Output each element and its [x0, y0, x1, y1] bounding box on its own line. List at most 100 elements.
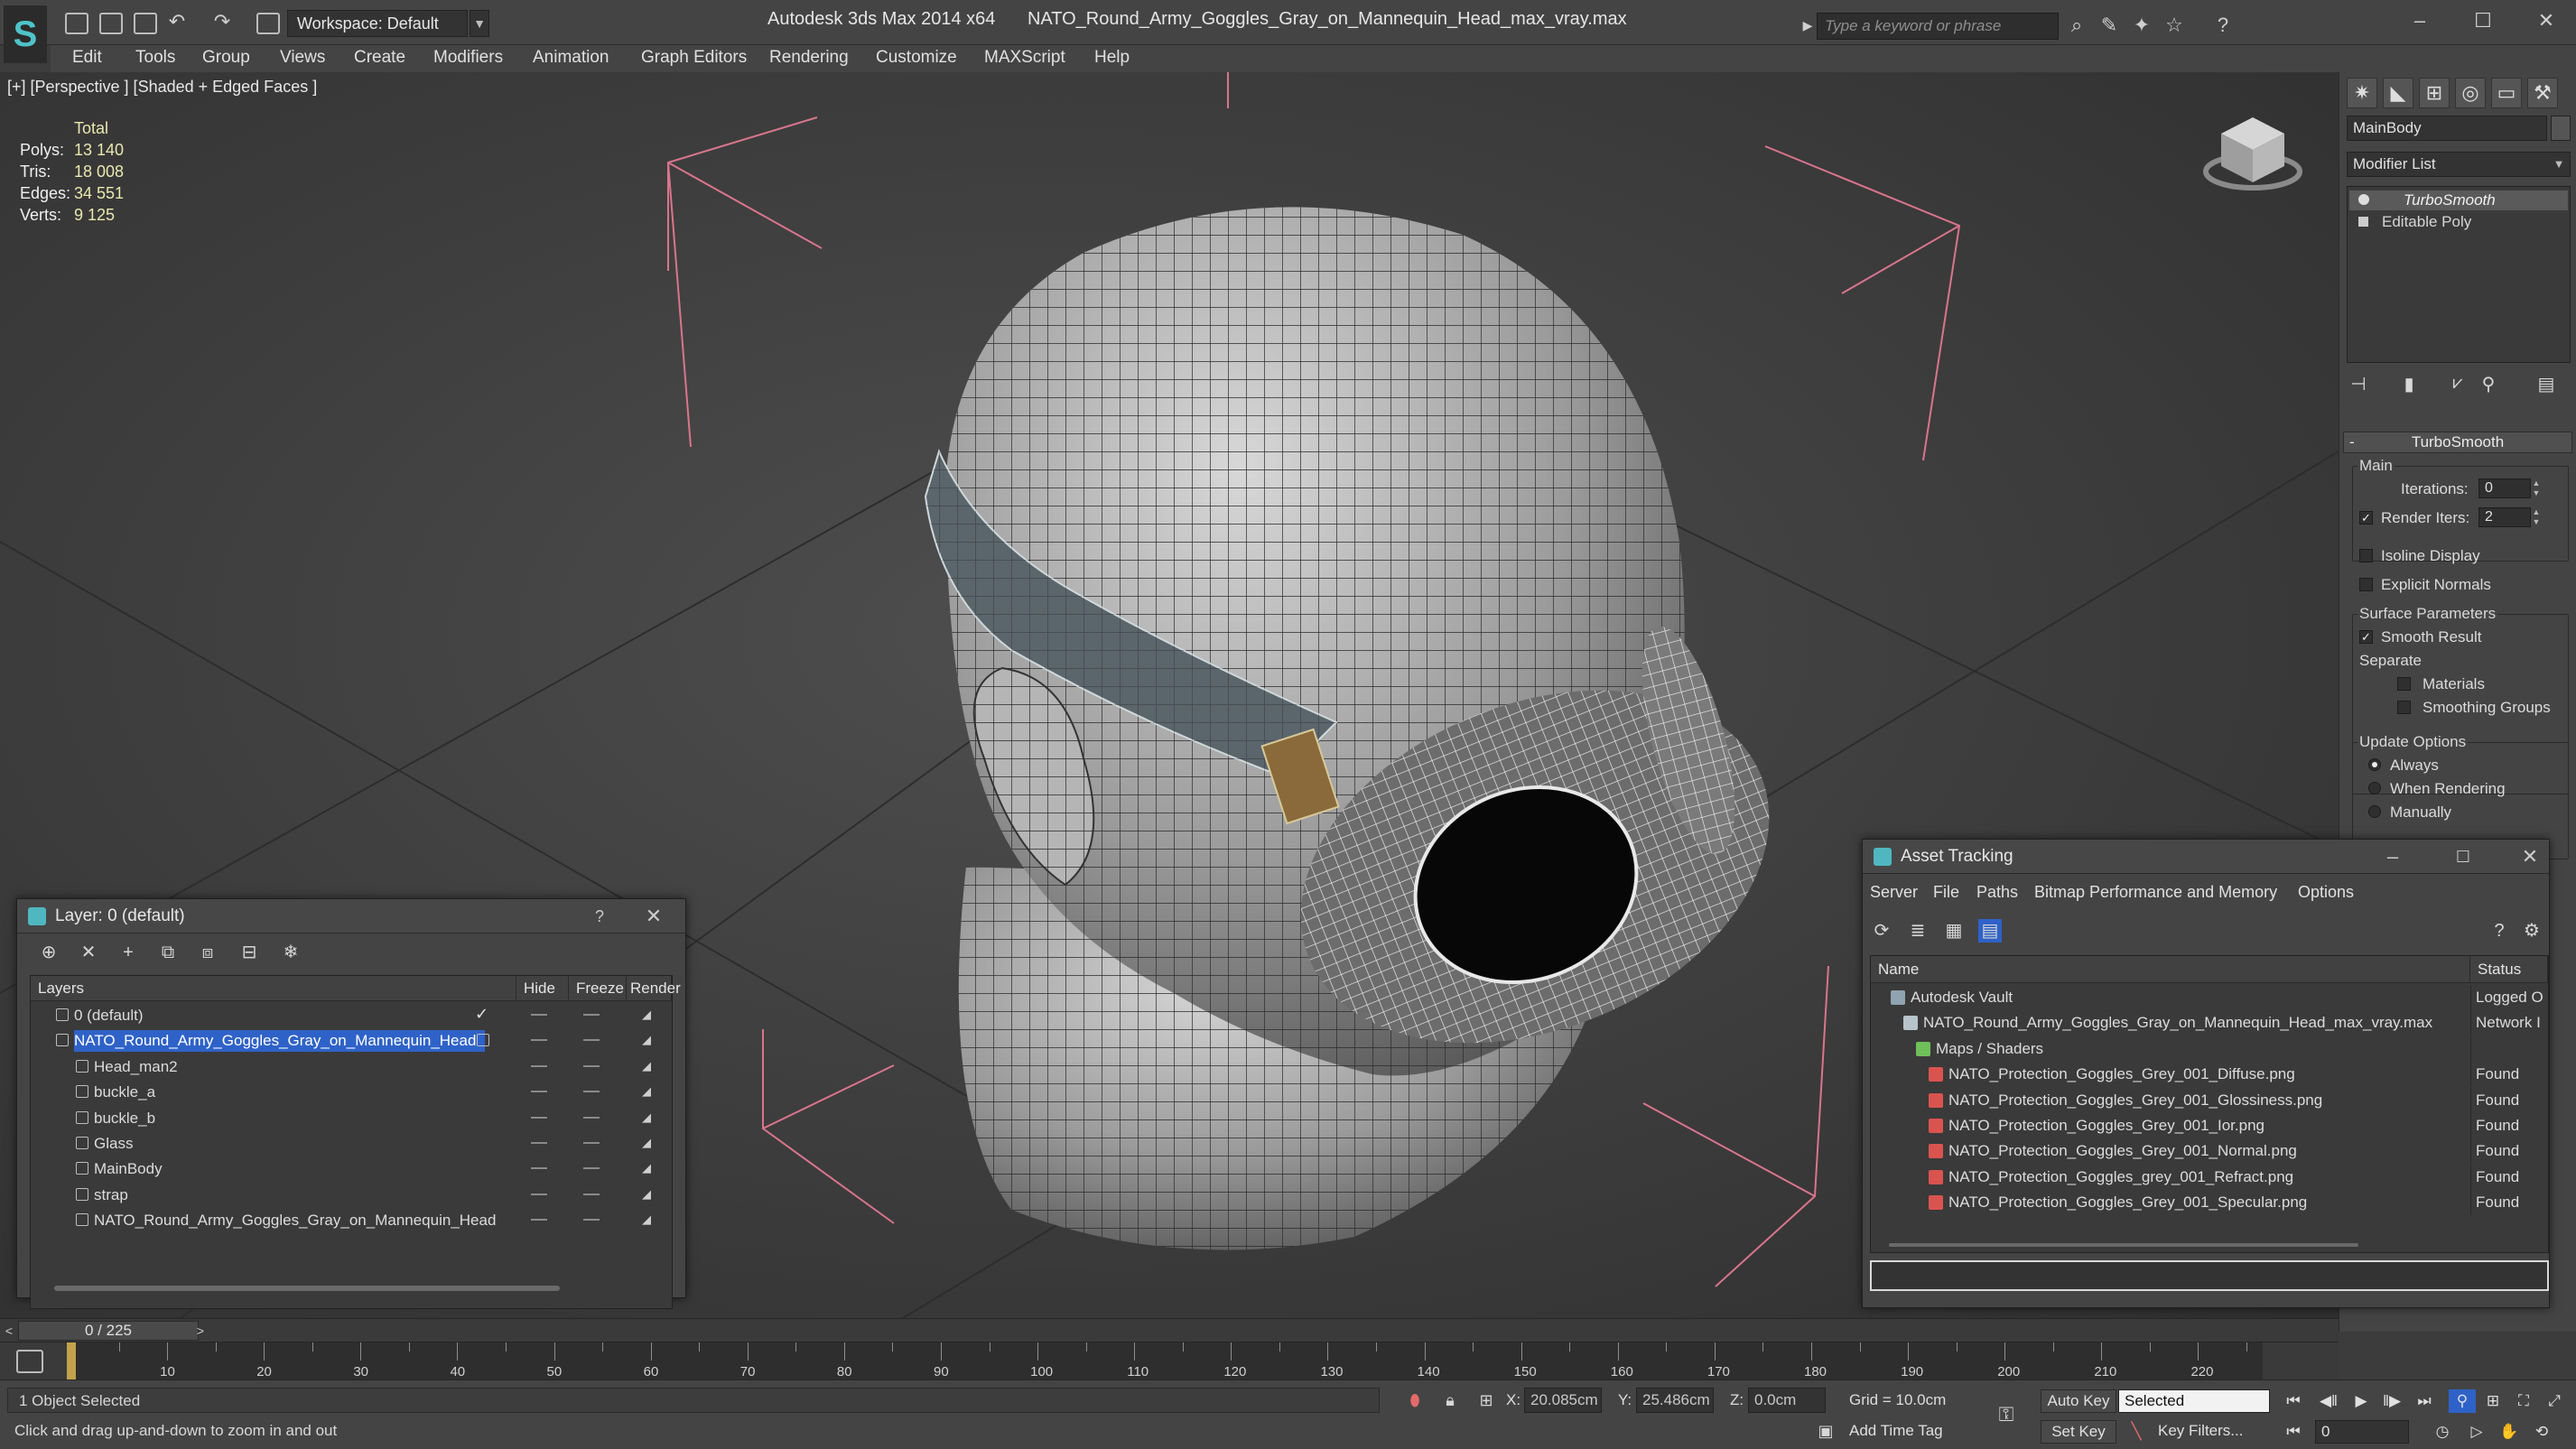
add-to-layer-icon[interactable]: +	[116, 941, 140, 964]
close-button[interactable]: ✕	[2528, 5, 2564, 36]
layer-window-titlebar[interactable]: Layer: 0 (default) ? ✕	[17, 899, 685, 933]
column-layers[interactable]: Layers	[31, 976, 516, 1001]
track-bar-area[interactable]: 10 20 30 40 50 60 70 80 90 100 110 120 130 140 150 160 1…	[69, 1342, 2263, 1380]
hide-toggle[interactable]	[531, 1142, 547, 1144]
asset-name[interactable]: NATO_Round_Army_Goggles_Gray_on_Mannequi…	[1923, 1013, 2432, 1033]
modify-tab-icon[interactable]: ◣	[2383, 78, 2413, 108]
materials-checkbox[interactable]	[2397, 677, 2411, 691]
asset-menu-paths[interactable]: Paths	[1976, 883, 2018, 902]
refresh-icon[interactable]: ⟳	[1870, 919, 1893, 943]
smoothing-groups-checkbox[interactable]	[2397, 701, 2411, 714]
menu-create[interactable]: Create	[354, 48, 405, 68]
column-name[interactable]: Name	[1871, 956, 2470, 983]
iterations-spinner[interactable]: 0	[2478, 478, 2531, 498]
render-teapot-icon[interactable]: ◢	[639, 1187, 654, 1201]
asset-row[interactable]: NATO_Protection_Goggles_Grey_001_Ior.png…	[1871, 1113, 2548, 1138]
asset-row[interactable]: NATO_Protection_Goggles_Grey_001_Glossin…	[1871, 1087, 2548, 1113]
asset-row[interactable]: NATO_Protection_Goggles_Grey_001_Diffuse…	[1871, 1062, 2548, 1088]
communication-icon[interactable]: ✦	[2131, 14, 2153, 36]
menu-help[interactable]: Help	[1094, 48, 1130, 68]
help-icon[interactable]: ?	[2212, 14, 2234, 36]
update-when-rendering-radio[interactable]	[2368, 782, 2381, 794]
collapse-icon[interactable]: -	[2349, 432, 2355, 452]
maximize-viewport-icon[interactable]: ⤢	[2541, 1389, 2568, 1413]
isolate-selection-icon[interactable]: ⬮	[1404, 1389, 1426, 1411]
freeze-toggle[interactable]	[583, 1142, 600, 1144]
asset-menu-options[interactable]: Options	[2298, 883, 2354, 902]
layer-row[interactable]: buckle_b ◢	[31, 1106, 672, 1131]
layer-name[interactable]: NATO_Round_Army_Goggles_Gray_on_Mannequi…	[94, 1210, 505, 1231]
freeze-toggle[interactable]	[583, 1039, 600, 1042]
close-icon[interactable]: ✕	[2516, 845, 2543, 868]
next-key-icon[interactable]: ‖▶	[2378, 1389, 2405, 1413]
menu-maxscript[interactable]: MAXScript	[984, 48, 1065, 68]
orbit-icon[interactable]: ⟲	[2528, 1420, 2555, 1444]
freeze-toggle[interactable]	[583, 1014, 600, 1016]
hide-toggle[interactable]	[531, 1193, 547, 1195]
hide-toggle[interactable]	[531, 1014, 547, 1016]
object-color-swatch[interactable]	[2551, 116, 2571, 141]
current-frame-marker[interactable]	[67, 1342, 76, 1380]
menu-views[interactable]: Views	[280, 48, 325, 68]
thumbnail-view-icon[interactable]: ▦	[1942, 919, 1966, 943]
layer-row[interactable]: strap ◢	[31, 1183, 672, 1208]
asset-row[interactable]: Maps / Shaders	[1871, 1036, 2548, 1062]
z-coord-field[interactable]: 0.0cm	[1748, 1388, 1826, 1413]
chevron-down-icon[interactable]: ▼	[2550, 153, 2568, 176]
lock-selection-icon[interactable]: 🔒︎	[1439, 1389, 1461, 1411]
asset-name[interactable]: NATO_Protection_Goggles_Grey_001_Normal.…	[1948, 1141, 2297, 1161]
asset-name[interactable]: NATO_Protection_Goggles_grey_001_Refract…	[1948, 1167, 2293, 1187]
layer-row[interactable]: buckle_a ◢	[31, 1080, 672, 1105]
asset-menu-file[interactable]: File	[1933, 883, 1959, 902]
menu-modifiers[interactable]: Modifiers	[433, 48, 503, 68]
key-filters-button[interactable]: Key Filters...	[2158, 1420, 2270, 1444]
project-folder-icon[interactable]	[256, 13, 280, 34]
help-icon[interactable]: ?	[2488, 919, 2511, 943]
favorites-star-icon[interactable]: ☆	[2163, 14, 2185, 36]
close-icon[interactable]: ✕	[640, 905, 667, 928]
layer-name[interactable]: 0 (default)	[74, 1005, 153, 1026]
y-coord-field[interactable]: 25.486cm	[1636, 1388, 1714, 1413]
modifier-list-dropdown[interactable]: Modifier List ▼	[2347, 152, 2571, 177]
asset-menu-server[interactable]: Server	[1870, 883, 1918, 902]
render-iters-spinner[interactable]: 2	[2478, 507, 2531, 527]
play-arrow-icon[interactable]: ▶	[1797, 14, 1818, 36]
show-end-result-icon[interactable]: ▮	[2397, 373, 2421, 396]
horizontal-scrollbar[interactable]	[54, 1286, 560, 1291]
menu-graph-editors[interactable]: Graph Editors	[641, 48, 747, 68]
chevron-down-icon[interactable]: ▼	[470, 10, 489, 37]
layer-explorer-window[interactable]: Layer: 0 (default) ? ✕ ⊕ ✕ + ⧉ ⧈ ⊟ ❄ Lay…	[16, 898, 686, 1309]
render-teapot-icon[interactable]: ◢	[639, 1162, 654, 1175]
asset-row[interactable]: NATO_Round_Army_Goggles_Gray_on_Mannequi…	[1871, 1010, 2548, 1036]
x-coord-field[interactable]: 20.085cm	[1524, 1388, 1602, 1413]
select-in-layer-icon[interactable]: ⧉	[156, 941, 180, 964]
freeze-toggle[interactable]	[583, 1064, 600, 1067]
track-bar[interactable]: 10 20 30 40 50 60 70 80 90 100 110 120 130 140 150 160 1…	[0, 1342, 2339, 1380]
hide-toggle[interactable]	[531, 1219, 547, 1221]
asset-menu-bitmap-performance[interactable]: Bitmap Performance and Memory	[2034, 883, 2277, 902]
asset-name[interactable]: NATO_Protection_Goggles_Grey_001_Ior.png	[1948, 1116, 2264, 1136]
render-teapot-icon[interactable]: ◢	[639, 1008, 654, 1021]
menu-group[interactable]: Group	[202, 48, 250, 68]
zoom-extents-icon[interactable]: ⛶	[2510, 1389, 2537, 1413]
play-icon[interactable]: ▶	[2348, 1389, 2375, 1413]
spinner-arrows-icon[interactable]: ▲ ▼	[2531, 507, 2542, 527]
table-view-icon[interactable]: ▤	[1978, 919, 2002, 943]
render-teapot-icon[interactable]: ◢	[639, 1059, 654, 1073]
asset-window-titlebar[interactable]: Asset Tracking – ☐ ✕	[1863, 840, 2549, 874]
column-freeze[interactable]: Freeze	[569, 976, 627, 1001]
search-input[interactable]: Type a keyword or phrase	[1817, 13, 2059, 40]
pan-view-icon[interactable]: ✋	[2496, 1420, 2523, 1444]
time-config-icon[interactable]: ◷	[2429, 1420, 2456, 1444]
render-teapot-icon[interactable]: ◢	[639, 1137, 654, 1149]
object-name-field[interactable]: MainBody	[2347, 116, 2547, 141]
asset-name[interactable]: Autodesk Vault	[1911, 988, 2013, 1008]
layer-row[interactable]: 0 (default) ✓ ◢	[31, 1003, 672, 1028]
freeze-all-icon[interactable]: ❄	[279, 941, 302, 964]
maximize-button[interactable]: ☐	[2465, 5, 2501, 36]
freeze-toggle[interactable]	[583, 1193, 600, 1195]
spinner-arrows-icon[interactable]: ▲ ▼	[2531, 478, 2542, 498]
open-file-icon[interactable]	[99, 13, 123, 34]
new-layer-icon[interactable]: ⊕	[37, 941, 60, 964]
go-to-start-icon[interactable]: ⏮	[2280, 1389, 2307, 1413]
